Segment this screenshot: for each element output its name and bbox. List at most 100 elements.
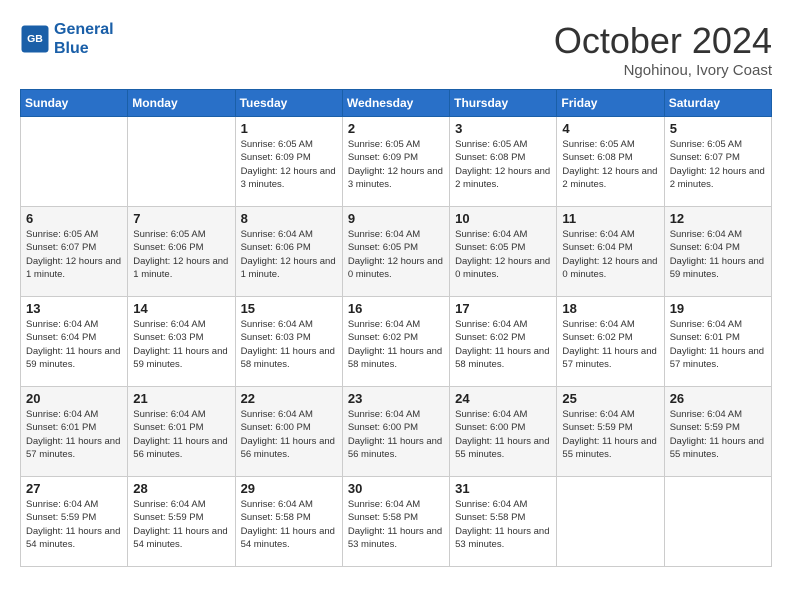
day-info: Sunrise: 6:05 AM Sunset: 6:08 PM Dayligh… (455, 138, 551, 191)
calendar-cell: 9 Sunrise: 6:04 AM Sunset: 6:05 PM Daylig… (342, 207, 449, 297)
day-number: 30 (348, 481, 444, 496)
day-number: 23 (348, 391, 444, 406)
day-number: 2 (348, 121, 444, 136)
day-number: 21 (133, 391, 229, 406)
day-number: 7 (133, 211, 229, 226)
calendar-cell: 26Sunrise: 6:04 AM Sunset: 5:59 PM Dayli… (664, 387, 771, 477)
calendar-cell: 10Sunrise: 6:04 AM Sunset: 6:05 PM Dayli… (450, 207, 557, 297)
day-info: Sunrise: 6:04 AM Sunset: 6:02 PM Dayligh… (455, 318, 551, 371)
day-info: Sunrise: 6:04 AM Sunset: 6:06 PM Dayligh… (241, 228, 337, 281)
header-friday: Friday (557, 90, 664, 117)
calendar-cell: 1 Sunrise: 6:05 AM Sunset: 6:09 PM Daylig… (235, 117, 342, 207)
calendar-cell: 17 Sunrise: 6:04 AM Sunset: 6:02 PM Dayli… (450, 297, 557, 387)
day-info: Sunrise: 6:04 AM Sunset: 6:04 PM Dayligh… (670, 228, 766, 281)
day-number: 31 (455, 481, 551, 496)
day-number: 22 (241, 391, 337, 406)
header-monday: Monday (128, 90, 235, 117)
day-number: 28 (133, 481, 229, 496)
calendar-cell: 27 Sunrise: 6:04 AM Sunset: 5:59 PM Dayli… (21, 477, 128, 567)
calendar-cell: 3 Sunrise: 6:05 AM Sunset: 6:08 PM Daylig… (450, 117, 557, 207)
day-number: 11 (562, 211, 658, 226)
calendar-cell: 20Sunrise: 6:04 AM Sunset: 6:01 PM Dayli… (21, 387, 128, 477)
header-thursday: Thursday (450, 90, 557, 117)
logo-general: General (54, 21, 114, 38)
svg-text:GB: GB (27, 33, 43, 45)
header-tuesday: Tuesday (235, 90, 342, 117)
day-info: Sunrise: 6:04 AM Sunset: 5:59 PM Dayligh… (670, 408, 766, 461)
calendar-week-5: 27 Sunrise: 6:04 AM Sunset: 5:59 PM Dayli… (21, 477, 772, 567)
calendar-cell: 15 Sunrise: 6:04 AM Sunset: 6:03 PM Dayli… (235, 297, 342, 387)
calendar-cell: 5Sunrise: 6:05 AM Sunset: 6:07 PM Daylig… (664, 117, 771, 207)
calendar-cell: 29Sunrise: 6:04 AM Sunset: 5:58 PM Dayli… (235, 477, 342, 567)
day-info: Sunrise: 6:04 AM Sunset: 5:59 PM Dayligh… (26, 498, 122, 551)
day-info: Sunrise: 6:05 AM Sunset: 6:08 PM Dayligh… (562, 138, 658, 191)
calendar-table: SundayMondayTuesdayWednesdayThursdayFrid… (20, 89, 772, 567)
title-block: October 2024 Ngohinou, Ivory Coast (554, 20, 772, 79)
month-title: October 2024 (554, 20, 772, 62)
calendar-cell: 25 Sunrise: 6:04 AM Sunset: 5:59 PM Dayli… (557, 387, 664, 477)
calendar-cell: 31 Sunrise: 6:04 AM Sunset: 5:58 PM Dayli… (450, 477, 557, 567)
day-info: Sunrise: 6:04 AM Sunset: 6:03 PM Dayligh… (133, 318, 229, 371)
logo-icon: GB (20, 24, 50, 54)
day-number: 12 (670, 211, 766, 226)
day-info: Sunrise: 6:04 AM Sunset: 5:58 PM Dayligh… (455, 498, 551, 551)
calendar-week-3: 13 Sunrise: 6:04 AM Sunset: 6:04 PM Dayli… (21, 297, 772, 387)
header-sunday: Sunday (21, 90, 128, 117)
day-number: 20 (26, 391, 122, 406)
calendar-cell: 28Sunrise: 6:04 AM Sunset: 5:59 PM Dayli… (128, 477, 235, 567)
day-info: Sunrise: 6:04 AM Sunset: 5:59 PM Dayligh… (562, 408, 658, 461)
day-number: 4 (562, 121, 658, 136)
day-number: 9 (348, 211, 444, 226)
header-row: SundayMondayTuesdayWednesdayThursdayFrid… (21, 90, 772, 117)
header-wednesday: Wednesday (342, 90, 449, 117)
logo-blue: Blue (54, 39, 114, 58)
calendar-week-4: 20 Sunrise: 6:04 AM Sunset: 6:01 PM Dayli… (21, 387, 772, 477)
day-info: Sunrise: 6:04 AM Sunset: 6:00 PM Dayligh… (241, 408, 337, 461)
day-number: 3 (455, 121, 551, 136)
day-number: 15 (241, 301, 337, 316)
calendar-cell: 13 Sunrise: 6:04 AM Sunset: 6:04 PM Dayli… (21, 297, 128, 387)
calendar-cell: 24Sunrise: 6:04 AM Sunset: 6:00 PM Dayli… (450, 387, 557, 477)
day-number: 14 (133, 301, 229, 316)
day-info: Sunrise: 6:04 AM Sunset: 6:04 PM Dayligh… (26, 318, 122, 371)
calendar-cell: 30 Sunrise: 6:04 AM Sunset: 5:58 PM Dayli… (342, 477, 449, 567)
day-info: Sunrise: 6:04 AM Sunset: 6:01 PM Dayligh… (133, 408, 229, 461)
day-number: 6 (26, 211, 122, 226)
calendar-cell: 7 Sunrise: 6:05 AM Sunset: 6:06 PM Daylig… (128, 207, 235, 297)
day-info: Sunrise: 6:05 AM Sunset: 6:07 PM Dayligh… (670, 138, 766, 191)
day-info: Sunrise: 6:05 AM Sunset: 6:06 PM Dayligh… (133, 228, 229, 281)
calendar-cell (21, 117, 128, 207)
calendar-cell: 21 Sunrise: 6:04 AM Sunset: 6:01 PM Dayli… (128, 387, 235, 477)
day-number: 1 (241, 121, 337, 136)
header-saturday: Saturday (664, 90, 771, 117)
day-info: Sunrise: 6:04 AM Sunset: 6:01 PM Dayligh… (670, 318, 766, 371)
day-info: Sunrise: 6:05 AM Sunset: 6:09 PM Dayligh… (241, 138, 337, 191)
calendar-cell: 11 Sunrise: 6:04 AM Sunset: 6:04 PM Dayli… (557, 207, 664, 297)
day-info: Sunrise: 6:05 AM Sunset: 6:09 PM Dayligh… (348, 138, 444, 191)
calendar-cell: 23Sunrise: 6:04 AM Sunset: 6:00 PM Dayli… (342, 387, 449, 477)
calendar-cell: 2 Sunrise: 6:05 AM Sunset: 6:09 PM Daylig… (342, 117, 449, 207)
day-number: 8 (241, 211, 337, 226)
day-info: Sunrise: 6:04 AM Sunset: 6:04 PM Dayligh… (562, 228, 658, 281)
calendar-cell: 18Sunrise: 6:04 AM Sunset: 6:02 PM Dayli… (557, 297, 664, 387)
day-info: Sunrise: 6:04 AM Sunset: 6:02 PM Dayligh… (348, 318, 444, 371)
day-number: 17 (455, 301, 551, 316)
calendar-cell: 12 Sunrise: 6:04 AM Sunset: 6:04 PM Dayli… (664, 207, 771, 297)
day-number: 19 (670, 301, 766, 316)
day-info: Sunrise: 6:04 AM Sunset: 6:05 PM Dayligh… (348, 228, 444, 281)
calendar-cell: 6Sunrise: 6:05 AM Sunset: 6:07 PM Daylig… (21, 207, 128, 297)
day-info: Sunrise: 6:04 AM Sunset: 6:03 PM Dayligh… (241, 318, 337, 371)
calendar-cell: 22 Sunrise: 6:04 AM Sunset: 6:00 PM Dayli… (235, 387, 342, 477)
calendar-cell: 14 Sunrise: 6:04 AM Sunset: 6:03 PM Dayli… (128, 297, 235, 387)
day-number: 27 (26, 481, 122, 496)
logo: GB General Blue (20, 20, 114, 58)
calendar-week-2: 6Sunrise: 6:05 AM Sunset: 6:07 PM Daylig… (21, 207, 772, 297)
day-number: 25 (562, 391, 658, 406)
calendar-cell (128, 117, 235, 207)
day-info: Sunrise: 6:04 AM Sunset: 5:58 PM Dayligh… (348, 498, 444, 551)
calendar-week-1: 1 Sunrise: 6:05 AM Sunset: 6:09 PM Daylig… (21, 117, 772, 207)
day-number: 16 (348, 301, 444, 316)
day-number: 13 (26, 301, 122, 316)
calendar-cell: 4 Sunrise: 6:05 AM Sunset: 6:08 PM Daylig… (557, 117, 664, 207)
location-subtitle: Ngohinou, Ivory Coast (554, 62, 772, 79)
